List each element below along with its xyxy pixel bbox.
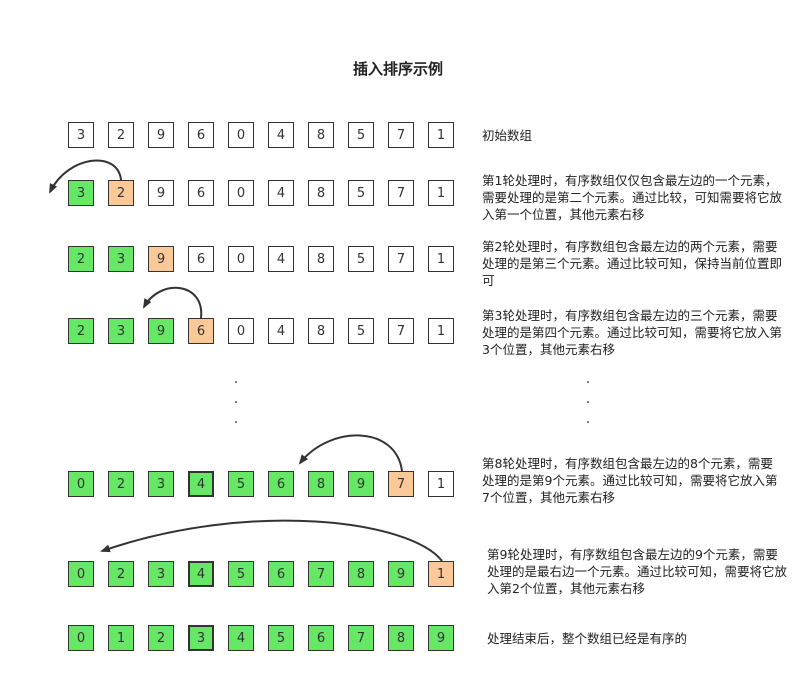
step-description: 初始数组 (482, 128, 533, 143)
dot: · (585, 415, 591, 431)
dot: · (233, 415, 239, 431)
dot: · (585, 395, 591, 411)
step-description: 处理结束后，整个数组已经是有序的 (487, 631, 688, 646)
step-description: 第9轮处理时，有序数组包含最左边的9个元素，需要处理的是最右边一个元素。通过比较… (487, 547, 788, 596)
dot: · (585, 375, 591, 391)
step-description: 第8轮处理时，有序数组包含最左边的8个元素，需要处理的是第9个元素。通过比较可知… (482, 456, 778, 505)
dot: · (233, 395, 239, 411)
ellipsis-right: · · · (583, 373, 593, 433)
step-description: 第2轮处理时，有序数组包含最左边的两个元素，需要处理的是第三个元素。通过比较可知… (482, 239, 783, 288)
arrow-round-1 (49, 159, 122, 194)
step-description: 第1轮处理时，有序数组仅仅包含最左边的一个元素，需要处理的是第二个元素。通过比较… (482, 173, 783, 222)
arrow-round-3 (143, 286, 203, 319)
dot: · (233, 375, 239, 391)
step-description: 第3轮处理时，有序数组包含最左边的三个元素，需要处理的是第四个元素。通过比较可知… (482, 308, 783, 357)
arrow-round-9 (100, 519, 443, 562)
ellipsis-left: · · · (231, 373, 241, 433)
arrow-round-8 (298, 434, 403, 472)
